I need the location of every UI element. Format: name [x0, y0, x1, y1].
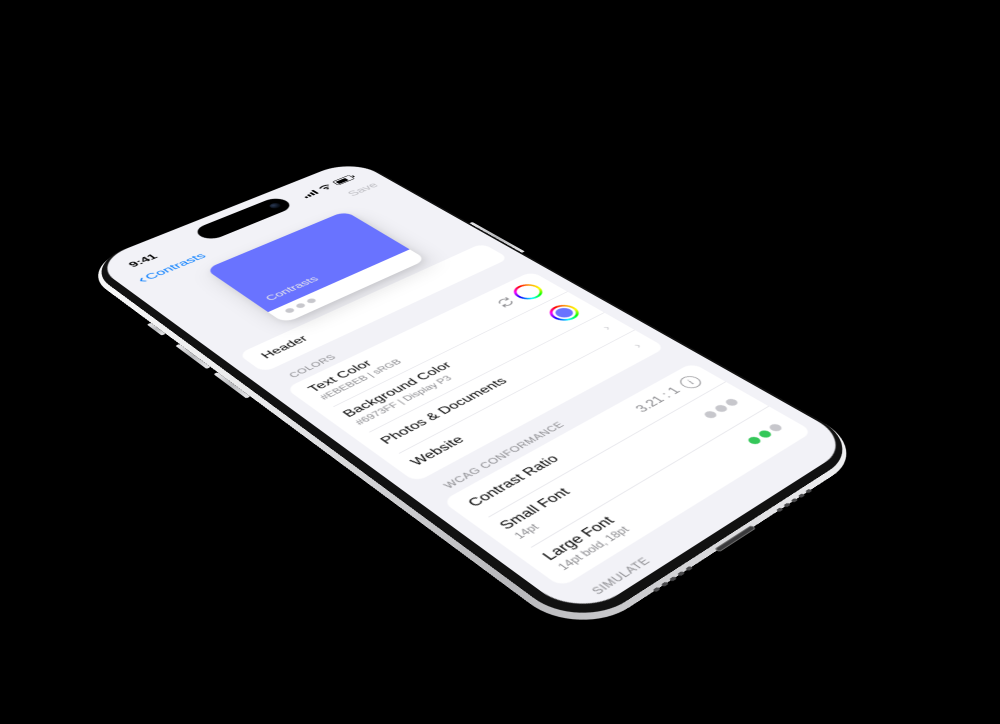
swap-icon[interactable] [494, 296, 517, 308]
battery-icon [332, 175, 355, 185]
front-camera [268, 202, 283, 209]
chevron-right-icon: › [629, 341, 645, 350]
cellular-signal-icon [300, 190, 318, 198]
wifi-icon [317, 183, 334, 191]
chevron-right-icon: › [599, 323, 614, 332]
bg-color-picker-icon[interactable] [543, 302, 584, 324]
small-font-score [702, 398, 740, 420]
info-icon[interactable]: i [676, 374, 705, 391]
text-color-picker-icon[interactable] [508, 281, 548, 302]
large-font-score [746, 423, 784, 446]
